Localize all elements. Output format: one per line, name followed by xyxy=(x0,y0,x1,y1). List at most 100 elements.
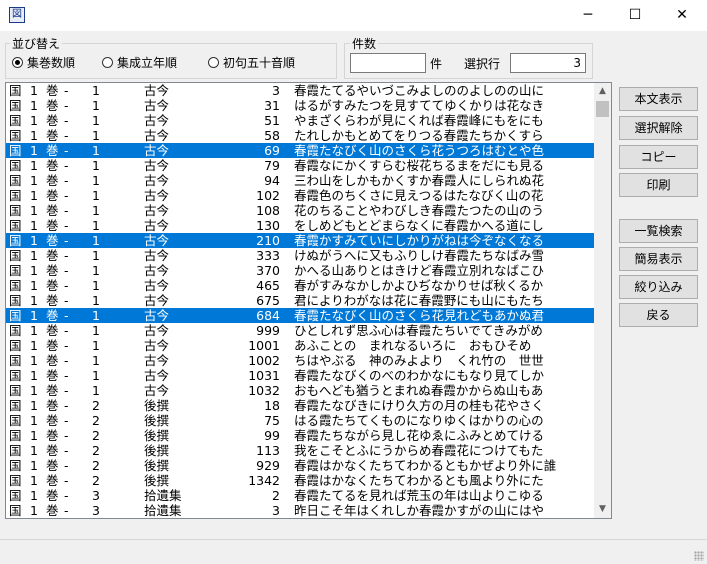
row-poem-number: 99 xyxy=(264,428,280,443)
back-button[interactable]: 戻る xyxy=(619,303,698,327)
table-row[interactable]: 国 1 巻 -1 古今 130 をしめどもとどまらなくに春霞かへる道にし xyxy=(6,218,611,233)
row-dash: - xyxy=(64,83,69,98)
selected-row-label: 選択行 xyxy=(464,57,501,71)
table-row[interactable]: 国 1 巻 -1 古今 1001 あふことの まれなるいろに おもひそめ xyxy=(6,338,611,353)
minimize-button[interactable]: ─ xyxy=(565,0,611,31)
row-volume: 1 xyxy=(92,218,100,233)
table-row[interactable]: 国 1 巻 - 2 後撰 929 春霞はかなくたちてわかるともかぜより外に誰 xyxy=(6,458,611,473)
simple-view-button[interactable]: 簡易表示 xyxy=(619,247,698,271)
row-poem-text: 三わ山をしかもかくすか春霞人にしられぬ花 xyxy=(294,173,545,188)
table-row[interactable]: 国 1 巻 -1 古今 69 春霞たなびく山のさくら花うつろはむとや色 xyxy=(6,143,611,158)
row-dash: - xyxy=(64,368,69,383)
row-kan-label: 巻 xyxy=(46,188,59,203)
table-row[interactable]: 国 1 巻 -1 古今 675 君によりわがなは花に春霞野にも山にもたち xyxy=(6,293,611,308)
row-kan-label: 巻 xyxy=(46,353,59,368)
table-row[interactable]: 国 1 巻 -1 古今 102 春霞色のちくさに見えつるはたなびく山の花 xyxy=(6,188,611,203)
row-collection: 古今 xyxy=(144,323,170,338)
row-kuni: 国 xyxy=(9,368,22,383)
table-row[interactable]: 国 1 巻 -1 古今 108 花のちることやわびしき春霞たつたの山のう xyxy=(6,203,611,218)
table-row[interactable]: 国 1 巻 - 2 後撰 113 我をこそとふにうからめ春霞花につけてもた xyxy=(6,443,611,458)
row-kuni: 国 xyxy=(9,353,22,368)
table-row[interactable]: 国 1 巻 -1 古今 94 三わ山をしかもかくすか春霞人にしられぬ花 xyxy=(6,173,611,188)
count-field[interactable] xyxy=(350,53,426,73)
row-kan-label: 巻 xyxy=(46,278,59,293)
row-collection: 古今 xyxy=(144,278,170,293)
row-kuni: 国 xyxy=(9,218,22,233)
scroll-down-arrow-icon[interactable]: ▼ xyxy=(594,501,611,518)
row-kuni: 国 xyxy=(9,203,22,218)
copy-button[interactable]: コピー xyxy=(619,145,698,169)
row-poem-text: ひとしれず思ふ心は春霞たちいでてきみがめ xyxy=(294,323,543,338)
table-row[interactable]: 国 1 巻 -1 古今 51 やまざくらわが見にくれば春霞峰にもをにも xyxy=(6,113,611,128)
row-dash: - xyxy=(64,173,69,188)
table-row[interactable]: 国 1 巻 - 2 後撰 75 はる霞たちてくものになりゆくはかりの心の xyxy=(6,413,611,428)
row-dash: - xyxy=(64,248,69,263)
sort-radio-syllabary[interactable]: 初句五十音順 xyxy=(208,54,295,70)
row-dash: - xyxy=(64,278,69,293)
row-volume: 2 xyxy=(92,458,100,473)
row-kuni: 国 xyxy=(9,473,22,488)
row-poem-number: 75 xyxy=(264,413,280,428)
sort-radio-volume[interactable]: 集巻数順 xyxy=(12,54,75,70)
table-row[interactable]: 国 1 巻 -1 古今 999 ひとしれず思ふ心は春霞たちいでてきみがめ xyxy=(6,323,611,338)
result-list[interactable]: 国 1 巻 -1 古今 3 春霞たてるやいづこみよしののよしのの山に国 1 巻 -1 古今 31 はるが… xyxy=(5,82,612,519)
table-row[interactable]: 国 1 巻 -1 古今 31 はるがすみたつを見すててゆくかりは花なき xyxy=(6,98,611,113)
scroll-thumb[interactable] xyxy=(596,101,609,117)
row-kuni: 国 xyxy=(9,338,22,353)
table-row[interactable]: 国 1 巻 - 2 後撰 99 春霞たちながら見し花ゆゑにふみとめてける xyxy=(6,428,611,443)
row-poem-number: 58 xyxy=(264,128,280,143)
row-dash: - xyxy=(64,308,69,323)
row-volume: 3 xyxy=(92,488,100,503)
row-volume: 2 xyxy=(92,413,100,428)
close-button[interactable]: ✕ xyxy=(659,0,705,31)
deselect-button[interactable]: 選択解除 xyxy=(619,116,698,140)
table-row[interactable]: 国 1 巻 - 2 後撰 1342 春霞はかなくたちてわかるとも風より外にた xyxy=(6,473,611,488)
table-row[interactable]: 国 1 巻 -1 古今 210 春霞かすみていにしかりがねは今ぞなくなる xyxy=(6,233,611,248)
show-body-button[interactable]: 本文表示 xyxy=(619,87,698,111)
table-row[interactable]: 国 1 巻 -1 古今 3 春霞たてるやいづこみよしののよしのの山に xyxy=(6,83,611,98)
table-row[interactable]: 国 1 巻 -1 古今 465 春がすみなかしかよひぢなかりせば秋くるか xyxy=(6,278,611,293)
table-row[interactable]: 国 1 巻 -1 古今 684 春霞たなびく山のさくら花見れどもあかぬ君 xyxy=(6,308,611,323)
row-kan-label: 巻 xyxy=(46,83,59,98)
row-kan-label: 巻 xyxy=(46,263,59,278)
row-kuni: 国 xyxy=(9,398,22,413)
narrow-down-button[interactable]: 絞り込み xyxy=(619,275,698,299)
table-row[interactable]: 国 1 巻 -1 古今 370 かへる山ありとはきけど春霞立別れなばこひ xyxy=(6,263,611,278)
maximize-button[interactable]: ☐ xyxy=(612,0,658,31)
table-row[interactable]: 国 1 巻 -1 古今 1002 ちはやぶる 神のみよより くれ竹の 世世 xyxy=(6,353,611,368)
row-poem-text: 昨日こそ年はくれしか春霞かすがの山にはや xyxy=(294,503,545,518)
row-collection: 後撰 xyxy=(144,398,170,413)
table-row[interactable]: 国 1 巻 -1 古今 58 たれしかもとめてをりつる春霞たちかくすら xyxy=(6,128,611,143)
row-kan-label: 巻 xyxy=(46,458,59,473)
radio-selected-icon xyxy=(12,56,23,68)
row-dash: - xyxy=(64,473,69,488)
scroll-up-arrow-icon[interactable]: ▲ xyxy=(594,83,611,100)
row-collection: 古今 xyxy=(144,338,170,353)
row-kuni: 国 xyxy=(9,293,22,308)
vertical-scrollbar[interactable]: ▲ ▼ xyxy=(594,83,611,518)
list-search-button[interactable]: 一覧検索 xyxy=(619,219,698,243)
status-bar xyxy=(0,539,707,564)
row-poem-number: 1032 xyxy=(248,383,280,398)
row-collection: 古今 xyxy=(144,203,170,218)
row-poem-text: 春霞たてるを見れば荒玉の年は山よりこゆる xyxy=(294,488,544,503)
row-volume: 1 xyxy=(92,383,100,398)
row-collection-number: 1 xyxy=(30,263,38,278)
row-poem-text: 春霞はかなくたちてわかるともかぜより外に誰 xyxy=(294,458,557,473)
print-button[interactable]: 印刷 xyxy=(619,173,698,197)
table-row[interactable]: 国 1 巻 -1 古今 1031 春霞たなびくのべのわかなにもなり見てしか xyxy=(6,368,611,383)
selected-row-field[interactable]: 3 xyxy=(510,53,586,73)
table-row[interactable]: 国 1 巻 - 2 後撰 18 春霞たなびきにけり久方の月の桂も花やさく xyxy=(6,398,611,413)
table-row[interactable]: 国 1 巻 -1 古今 79 春霞なにかくすらむ桜花ちるまをだにも見る xyxy=(6,158,611,173)
row-kuni: 国 xyxy=(9,488,22,503)
table-row[interactable]: 国 1 巻 -1 古今 333 けぬがうへに又もふりしけ春霞たちなばみ雪 xyxy=(6,248,611,263)
table-row[interactable]: 国 1 巻 - 3 拾遺集 3 昨日こそ年はくれしか春霞かすがの山にはや xyxy=(6,503,611,518)
table-row[interactable]: 国 1 巻 -1 古今 1032 おもへども猶うとまれぬ春霞かからぬ山もあ xyxy=(6,383,611,398)
sort-radio-year[interactable]: 集成立年順 xyxy=(102,54,177,70)
table-row[interactable]: 国 1 巻 - 3 拾遺集 2 春霞たてるを見れば荒玉の年は山よりこゆる xyxy=(6,488,611,503)
row-collection-number: 1 xyxy=(30,113,38,128)
row-collection-number: 1 xyxy=(30,218,38,233)
row-collection-number: 1 xyxy=(30,308,38,323)
row-kan-label: 巻 xyxy=(46,248,59,263)
resize-grip-icon[interactable] xyxy=(694,551,704,561)
